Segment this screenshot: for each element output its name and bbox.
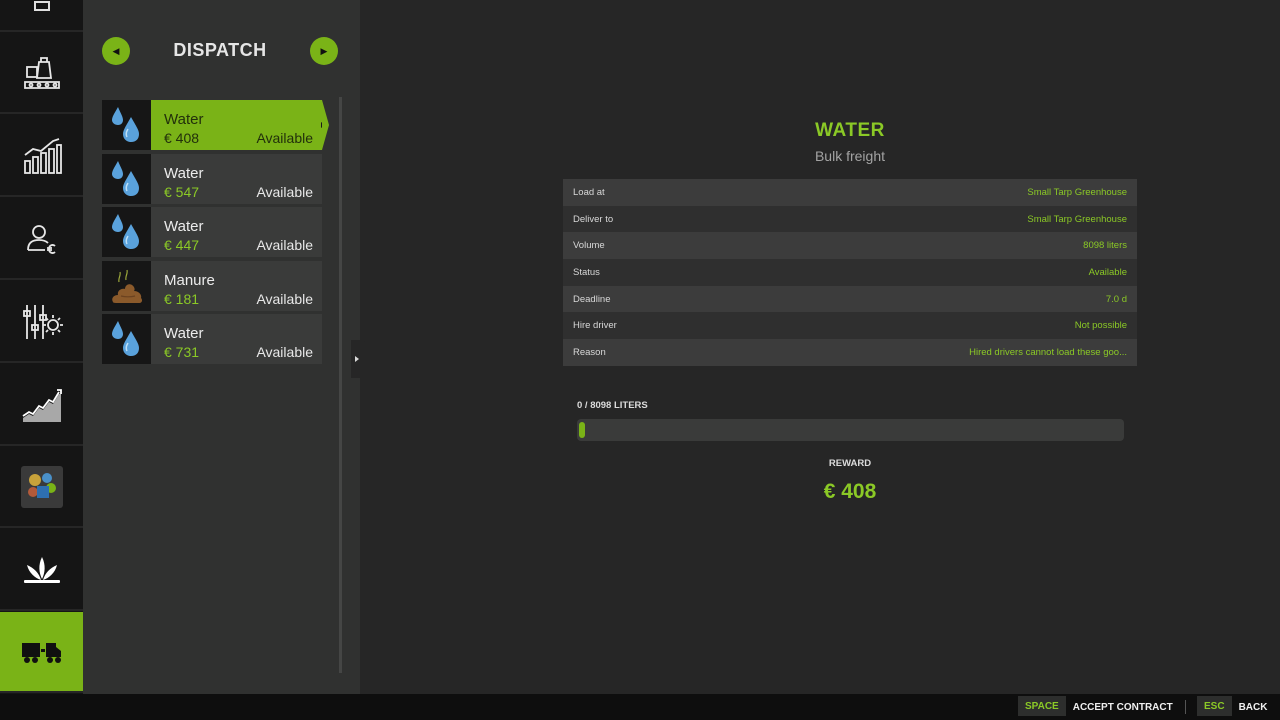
trend-chart-icon <box>22 388 62 422</box>
selection-caret-icon <box>321 122 325 128</box>
info-label: Hire driver <box>573 320 617 332</box>
water-drops-icon <box>102 100 151 150</box>
contract-status: Available <box>256 183 313 200</box>
rail-item-crops[interactable] <box>0 530 83 611</box>
rail-item-settings[interactable] <box>0 282 83 363</box>
dispatch-panel: ◀ DISPATCH ▶ Water € 408 Available Water… <box>83 0 360 694</box>
plant-icon <box>23 556 60 583</box>
info-label: Reason <box>573 346 606 358</box>
bar-chart-icon <box>23 137 62 174</box>
info-row-status: Status Available <box>563 259 1137 286</box>
contract-status: Available <box>256 130 313 146</box>
panel-header: ◀ DISPATCH ▶ <box>83 36 360 66</box>
accept-contract-button[interactable]: SPACE ACCEPT CONTRACT <box>1018 696 1173 716</box>
contract-status: Available <box>256 344 313 360</box>
rail-item-dispatch[interactable] <box>0 612 89 693</box>
info-row-volume: Volume 8098 liters <box>563 232 1137 260</box>
collapse-panel-tab[interactable] <box>351 340 369 378</box>
factory-conveyor-icon <box>23 56 60 89</box>
info-row-deadline: Deadline 7.0 d <box>563 285 1137 313</box>
info-value: 7.0 d <box>1105 293 1127 305</box>
contract-price: € 181 <box>164 290 200 307</box>
contract-item-2[interactable]: Water € 547 Available <box>102 153 322 204</box>
collapse-arrow-icon <box>355 356 359 362</box>
panel-title: DISPATCH <box>173 40 267 60</box>
person-euro-icon <box>26 224 56 254</box>
rail-item-statistics[interactable] <box>0 116 83 197</box>
progress-label: 0 / 8098 LITERS <box>577 400 648 411</box>
rail-item-production[interactable] <box>0 33 83 114</box>
contract-item-4[interactable]: Manure € 181 Available <box>102 260 322 311</box>
contract-name: Water <box>164 218 204 235</box>
arrow-right-icon: ▶ <box>320 45 328 56</box>
info-row-hire-driver: Hire driver Not possible <box>563 312 1137 340</box>
truck-trailer-icon <box>21 642 61 663</box>
info-value: Hired drivers cannot load these goo... <box>969 346 1127 358</box>
info-value: 8098 liters <box>1083 240 1127 252</box>
footer-bar: SPACE ACCEPT CONTRACT ESC BACK <box>0 694 1280 720</box>
progress-bar <box>577 419 1124 441</box>
info-value: Not possible <box>1074 320 1127 332</box>
rail-item-map[interactable] <box>0 447 83 528</box>
info-label: Load at <box>573 186 605 198</box>
contract-price: € 447 <box>164 237 200 253</box>
back-label: BACK <box>1238 701 1268 713</box>
reward-label: REWARD <box>828 458 872 469</box>
next-page-button[interactable]: ▶ <box>310 37 338 65</box>
water-drops-icon <box>102 153 151 204</box>
info-row-load-at: Load at Small Tarp Greenhouse <box>563 179 1137 206</box>
contract-item-3[interactable]: Water € 447 Available <box>102 207 322 257</box>
contract-item-1[interactable]: Water € 408 Available <box>102 100 329 150</box>
reward-value: € 408 <box>823 480 877 503</box>
water-drops-icon <box>102 314 151 364</box>
rail-item-partial[interactable] <box>0 0 83 32</box>
map-thumbnail-icon <box>20 465 63 508</box>
contract-status: Available <box>256 290 313 307</box>
info-row-deliver-to: Deliver to Small Tarp Greenhouse <box>563 205 1137 233</box>
contract-name: Manure <box>164 271 215 289</box>
arrow-left-icon: ◀ <box>112 45 120 56</box>
contract-price: € 731 <box>164 344 200 360</box>
detail-title: WATER <box>815 120 885 141</box>
contract-item-5[interactable]: Water € 731 Available <box>102 314 322 364</box>
footer-divider <box>1185 700 1186 714</box>
contract-name: Water <box>164 164 204 182</box>
prev-page-button[interactable]: ◀ <box>102 37 130 65</box>
info-value: Available <box>1088 266 1127 278</box>
contract-price: € 547 <box>164 183 200 200</box>
contract-name: Water <box>164 111 204 128</box>
info-label: Deadline <box>573 293 611 305</box>
contract-name: Water <box>164 325 204 342</box>
info-label: Volume <box>573 240 605 252</box>
info-value: Small Tarp Greenhouse <box>1027 213 1127 225</box>
detail-subtitle: Bulk freight <box>814 148 886 164</box>
document-icon <box>33 0 50 11</box>
contract-list: Water € 408 Available Water € 547 Availa… <box>102 100 329 368</box>
water-drops-icon <box>102 207 151 257</box>
rail-item-finances[interactable] <box>0 199 83 280</box>
info-row-reason: Reason Hired drivers cannot load these g… <box>563 339 1137 366</box>
info-label: Deliver to <box>573 213 614 225</box>
contract-price: € 408 <box>164 130 200 146</box>
key-space: SPACE <box>1018 696 1066 716</box>
key-esc: ESC <box>1197 696 1232 716</box>
sliders-gear-icon <box>22 304 63 339</box>
manure-icon <box>102 260 151 311</box>
menu-rail <box>0 0 89 694</box>
progress-fill <box>579 422 585 438</box>
info-label: Status <box>573 266 600 278</box>
info-value: Small Tarp Greenhouse <box>1027 186 1127 198</box>
rail-item-prices[interactable] <box>0 365 83 446</box>
contract-info-table: Load at Small Tarp Greenhouse Deliver to… <box>563 179 1137 366</box>
list-scrollbar[interactable] <box>339 97 342 673</box>
back-button[interactable]: ESC BACK <box>1197 696 1268 716</box>
contract-status: Available <box>256 237 313 253</box>
accept-contract-label: ACCEPT CONTRACT <box>1072 701 1173 713</box>
